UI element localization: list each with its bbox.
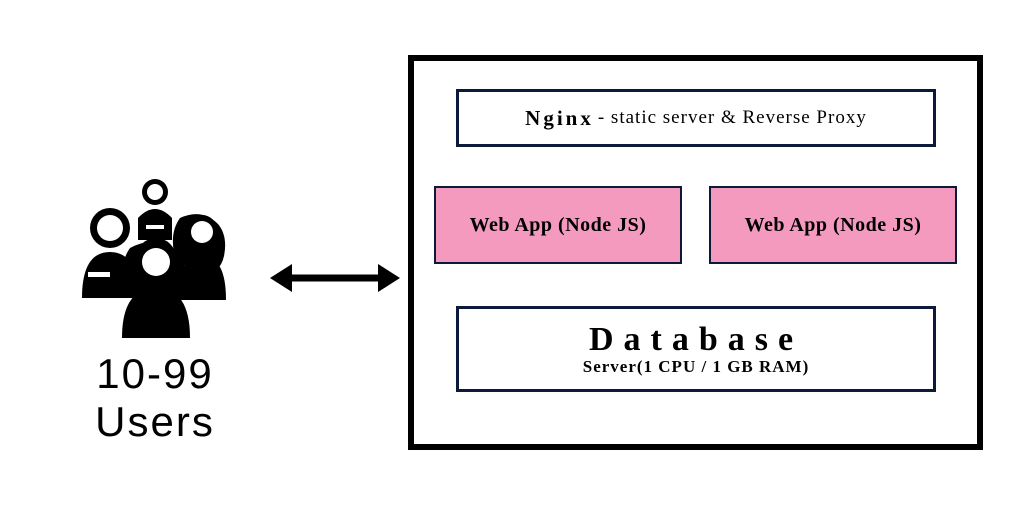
- users-count-label: 10-99 Users: [40, 350, 270, 447]
- nginx-box: Nginx - static server & Reverse Proxy: [456, 89, 936, 147]
- database-title: Database: [589, 322, 803, 358]
- nginx-subtitle: - static server & Reverse Proxy: [598, 107, 867, 129]
- server-container: Nginx - static server & Reverse Proxy We…: [408, 55, 983, 450]
- webapps-row: Web App (Node JS) Web App (Node JS): [434, 186, 957, 264]
- users-block: 10-99 Users: [40, 170, 270, 447]
- database-box: Database Server(1 CPU / 1 GB RAM): [456, 306, 936, 392]
- users-group-icon: [60, 170, 250, 340]
- users-count: 10-99: [96, 350, 213, 397]
- bidirectional-arrow-icon: [270, 258, 400, 298]
- webapp-label: Web App (Node JS): [745, 214, 922, 237]
- users-word: Users: [95, 398, 215, 445]
- webapp-box-1: Web App (Node JS): [434, 186, 682, 264]
- webapp-box-2: Web App (Node JS): [709, 186, 957, 264]
- database-subtitle: Server(1 CPU / 1 GB RAM): [583, 358, 810, 376]
- webapp-label: Web App (Node JS): [470, 214, 647, 237]
- nginx-title: Nginx: [525, 106, 594, 131]
- architecture-diagram: 10-99 Users Nginx - static server & Reve…: [0, 0, 1024, 523]
